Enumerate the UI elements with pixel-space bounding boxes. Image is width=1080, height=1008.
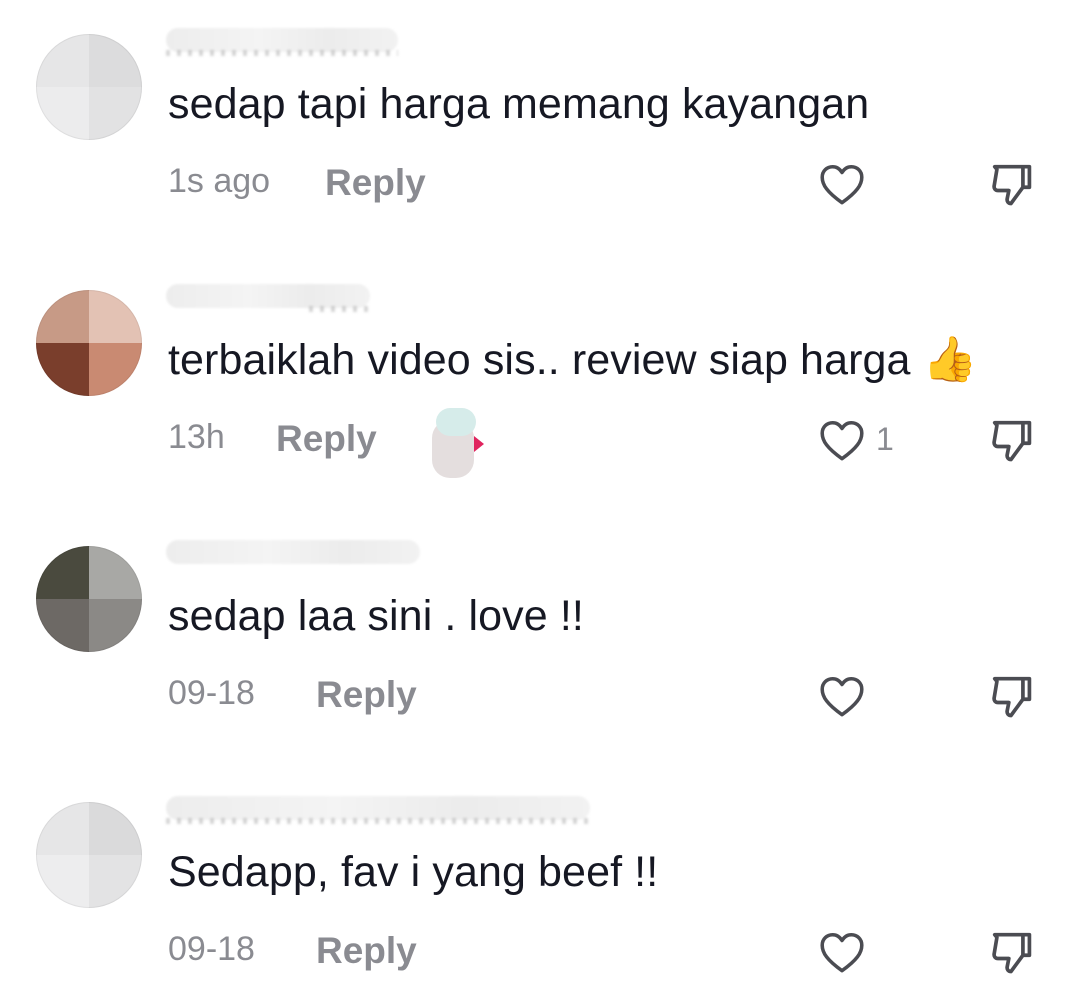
- avatar[interactable]: [36, 290, 142, 396]
- thumbs-up-emoji: 👍: [922, 335, 978, 384]
- comment-text: sedap tapi harga memang kayangan: [168, 80, 870, 128]
- comment-text: terbaiklah video sis.. review siap harga…: [168, 336, 977, 385]
- avatar[interactable]: [36, 34, 142, 140]
- comment-time: 09-18: [168, 930, 255, 968]
- reply-button[interactable]: Reply: [276, 418, 377, 460]
- redacted-sticker-icon[interactable]: [430, 406, 488, 480]
- avatar[interactable]: [36, 546, 142, 652]
- username-redacted[interactable]: [166, 796, 590, 824]
- thumbs-down-icon[interactable]: [985, 670, 1037, 722]
- reply-button[interactable]: Reply: [316, 674, 417, 716]
- comment-text: Sedapp, fav i yang beef !!: [168, 848, 659, 896]
- heart-icon[interactable]: [817, 672, 867, 722]
- heart-icon[interactable]: [817, 928, 867, 978]
- comment-time: 13h: [168, 418, 225, 456]
- like-count: 1: [876, 421, 894, 457]
- avatar[interactable]: [36, 802, 142, 908]
- username-redacted[interactable]: [166, 540, 420, 564]
- comment-item: terbaiklah video sis.. review siap harga…: [0, 256, 1080, 496]
- thumbs-down-icon[interactable]: [985, 926, 1037, 978]
- comment-item: sedap laa sini . love !! 09-18 Reply: [0, 512, 1080, 752]
- heart-icon[interactable]: [817, 160, 867, 210]
- thumbs-down-icon[interactable]: [985, 414, 1037, 466]
- comment-text-body: terbaiklah video sis.. review siap harga: [168, 336, 911, 384]
- reply-button[interactable]: Reply: [316, 930, 417, 972]
- comment-text: sedap laa sini . love !!: [168, 592, 584, 640]
- heart-icon[interactable]: [817, 416, 867, 466]
- username-redacted[interactable]: [166, 28, 398, 56]
- username-redacted[interactable]: [166, 284, 370, 312]
- reply-button[interactable]: Reply: [325, 162, 426, 204]
- thumbs-down-icon[interactable]: [985, 158, 1037, 210]
- comment-time: 1s ago: [168, 162, 271, 200]
- comment-item: Sedapp, fav i yang beef !! 09-18 Reply: [0, 768, 1080, 1008]
- comment-item: sedap tapi harga memang kayangan 1s ago …: [0, 0, 1080, 240]
- comment-time: 09-18: [168, 674, 255, 712]
